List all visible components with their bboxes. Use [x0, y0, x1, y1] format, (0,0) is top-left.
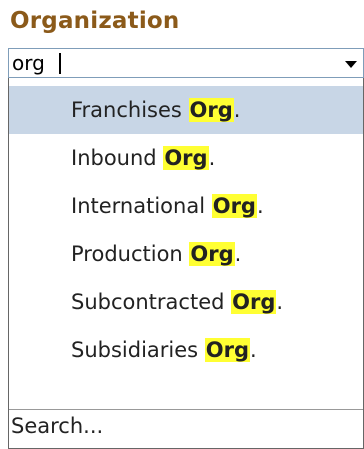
option-text: Inbound — [71, 146, 164, 170]
option-suffix: . — [276, 290, 284, 314]
field-label: Organization — [10, 8, 180, 34]
list-item[interactable]: Subsidiaries Org. — [9, 326, 363, 374]
option-text: Production — [71, 242, 190, 266]
list-item[interactable]: International Org. — [9, 182, 363, 230]
option-text: Subsidiaries — [71, 338, 205, 362]
option-text: Subcontracted — [71, 290, 232, 314]
dropdown-list: Franchises Org. Inbound Org. Internation… — [8, 78, 364, 449]
footer-divider — [9, 409, 363, 410]
organization-combobox[interactable] — [8, 48, 364, 78]
match-highlight: Org — [163, 146, 209, 170]
text-caret — [59, 53, 61, 74]
option-suffix: . — [250, 338, 257, 362]
option-suffix: . — [208, 146, 216, 170]
list-item[interactable]: Production Org. — [9, 230, 363, 278]
match-highlight: Org — [231, 290, 277, 314]
dropdown-toggle-button[interactable] — [337, 49, 363, 77]
match-highlight: Org — [204, 338, 251, 362]
option-suffix: . — [256, 194, 264, 218]
organization-input[interactable] — [9, 49, 332, 77]
list-item[interactable]: Franchises Org. — [9, 86, 363, 134]
options-list: Franchises Org. Inbound Org. Internation… — [9, 86, 363, 374]
search-more-link[interactable]: Search... — [11, 414, 103, 438]
option-text: International — [71, 194, 212, 218]
list-item[interactable]: Subcontracted Org. — [9, 278, 363, 326]
match-highlight: Org — [188, 98, 234, 122]
chevron-down-icon — [345, 61, 357, 68]
match-highlight: Org — [211, 194, 257, 218]
list-item[interactable]: Inbound Org. — [9, 134, 363, 182]
option-text: Franchises — [71, 98, 189, 122]
option-suffix: . — [233, 98, 241, 122]
match-highlight: Org — [189, 242, 235, 266]
option-suffix: . — [234, 242, 242, 266]
